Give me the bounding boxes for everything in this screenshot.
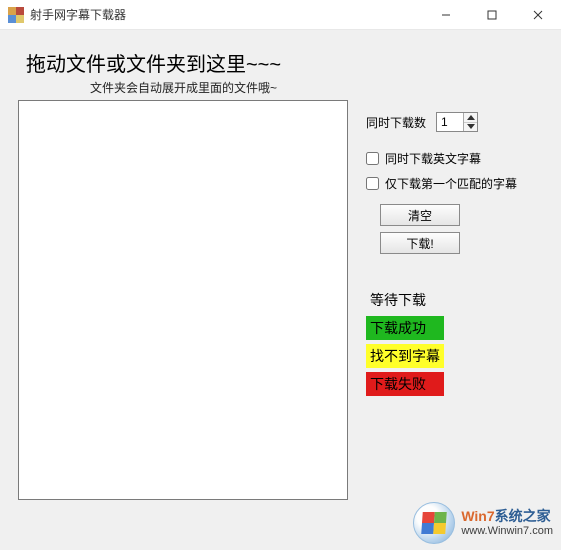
window-title: 射手网字幕下载器 [30, 6, 126, 23]
check-english-sub-label: 同时下载英文字幕 [385, 150, 481, 167]
watermark-url: www.Winwin7.com [461, 525, 553, 537]
checkbox-english-sub[interactable] [366, 152, 379, 165]
watermark-logo-icon [413, 502, 455, 544]
check-english-sub[interactable]: 同时下载英文字幕 [366, 150, 543, 167]
status-legend: 等待下载 下载成功 找不到字幕 下载失败 [366, 288, 543, 400]
check-first-match-label: 仅下载第一个匹配的字幕 [385, 175, 517, 192]
status-failed: 下载失败 [366, 372, 444, 396]
close-button[interactable] [515, 0, 561, 30]
app-icon [8, 7, 24, 23]
maximize-button[interactable] [469, 0, 515, 30]
minimize-button[interactable] [423, 0, 469, 30]
client-area: 拖动文件或文件夹到这里~~~ 文件夹会自动展开成里面的文件哦~ 同时下载数 [0, 30, 561, 550]
status-success: 下载成功 [366, 316, 444, 340]
clear-button[interactable]: 清空 [380, 204, 460, 226]
titlebar: 射手网字幕下载器 [0, 0, 561, 30]
check-first-match[interactable]: 仅下载第一个匹配的字幕 [366, 175, 543, 192]
spinner-up-icon[interactable] [464, 113, 477, 123]
concurrent-spinner[interactable] [436, 112, 478, 132]
side-panel: 同时下载数 同时下载英文字幕 [366, 100, 543, 500]
drop-area[interactable] [18, 100, 348, 500]
spinner-down-icon[interactable] [464, 123, 477, 132]
concurrent-label: 同时下载数 [366, 114, 426, 131]
concurrent-input[interactable] [437, 113, 463, 131]
drop-heading: 拖动文件或文件夹到这里~~~ [26, 48, 543, 77]
download-button[interactable]: 下载! [380, 232, 460, 254]
status-waiting: 等待下载 [366, 288, 444, 312]
watermark: Win7系统之家 www.Winwin7.com [413, 502, 553, 544]
watermark-brand: Win7系统之家 [461, 509, 553, 524]
status-notfound: 找不到字幕 [366, 344, 444, 368]
checkbox-first-match[interactable] [366, 177, 379, 190]
drop-subheading: 文件夹会自动展开成里面的文件哦~ [90, 79, 543, 96]
